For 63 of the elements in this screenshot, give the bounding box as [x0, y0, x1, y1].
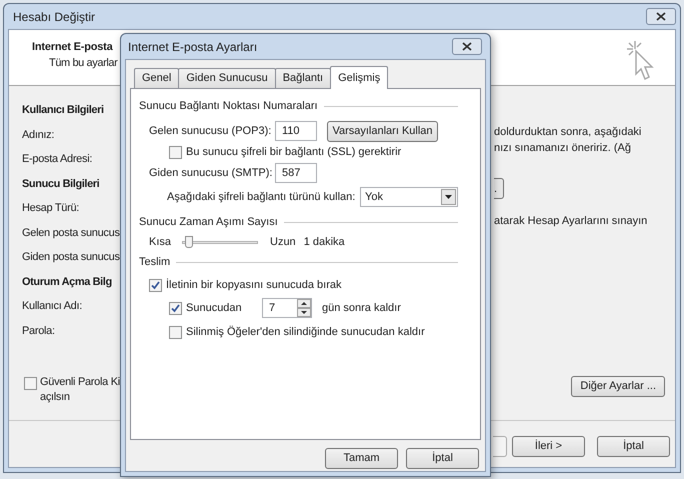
checkbox-label: Bu sunucu şifreli bir bağlantı (SSL) gerektirir — [186, 144, 402, 160]
group-heading: Teslim — [139, 254, 170, 270]
tab[interactable]: Gelişmiş — [330, 66, 388, 89]
check-icon — [151, 280, 160, 290]
checkbox-label: Silinmiş Öğeler'den silindiğinde sunucudan kaldır — [186, 324, 425, 340]
field-label: Parola: — [22, 324, 55, 338]
input-field[interactable]: 587 — [275, 163, 317, 183]
section-heading: Oturum Açma Bilg — [22, 274, 112, 290]
field-label: Adınız: — [22, 128, 54, 142]
checkbox[interactable] — [169, 302, 182, 314]
dialog-button[interactable]: İptal — [597, 436, 670, 457]
checkbox-label: Sunucudan — [186, 300, 243, 316]
field-label: Gelen posta sunucus — [22, 226, 120, 240]
checkbox[interactable] — [149, 278, 162, 292]
tab[interactable]: Giden Sunucusu — [178, 68, 276, 88]
spinner-arrows-icon — [297, 299, 311, 317]
timeout-value: 1 dakika — [304, 234, 345, 250]
field-label: Kullanıcı Adı: — [22, 299, 82, 314]
defaults-button[interactable]: Varsayılanları Kullan — [327, 120, 438, 142]
close-icon — [656, 12, 666, 21]
more-settings-button[interactable]: Diğer Ayarlar ... — [571, 376, 665, 396]
input-field[interactable]: 110 — [275, 121, 317, 141]
checkbox-label: İletinin bir kopyasını sunucuda bırak — [166, 278, 342, 293]
description-text: doldurduktan sonra, aşağıdaki — [494, 125, 642, 140]
section-heading: Sunucu Bilgileri — [22, 176, 100, 192]
days-spinner[interactable]: 7 — [262, 298, 312, 318]
slider-min-label: Kısa — [149, 234, 172, 250]
group-heading: Sunucu Bağlantı Noktası Numaraları — [139, 98, 318, 114]
slider-max-label: Uzun — [270, 234, 296, 250]
test-instruction: atarak Hesap Ayarlarını sınayın — [494, 214, 648, 229]
tab[interactable]: Genel — [134, 68, 180, 88]
close-button[interactable] — [452, 38, 482, 55]
tab[interactable]: Bağlantı — [274, 68, 332, 88]
field-label: Giden sunucusu (SMTP): — [149, 166, 274, 181]
dialog-button[interactable]: Tamam — [325, 448, 398, 469]
description-text: nızı sınamanızı öneririz. (Ağ — [494, 141, 631, 156]
dialog-button[interactable]: İleri > — [512, 436, 585, 457]
dialog-button[interactable]: İptal — [406, 448, 479, 469]
encryption-dropdown[interactable]: Yok — [360, 187, 458, 207]
section-heading: Kullanıcı Bilgileri — [22, 103, 104, 118]
field-label: Hesap Türü: — [22, 201, 80, 216]
checkbox-label: açılsın — [40, 390, 71, 405]
header-subtitle: Tüm bu ayarlar — [49, 56, 118, 71]
checkbox-label: Güvenli Parola Ki — [40, 375, 120, 390]
field-label: Gelen sunucusu (POP3): — [149, 124, 272, 139]
check-icon — [171, 304, 180, 312]
partial-button[interactable] — [493, 436, 507, 457]
field-label: gün sonra kaldır — [322, 300, 401, 316]
checkbox[interactable] — [169, 326, 182, 338]
close-button[interactable] — [646, 8, 676, 25]
dialog-title: Internet E-posta Ayarları — [127, 38, 258, 56]
close-icon — [462, 42, 472, 51]
group-heading: Sunucu Zaman Aşımı Sayısı — [139, 214, 278, 230]
cursor-icon — [625, 39, 655, 83]
checkbox[interactable] — [169, 146, 182, 158]
header-title: Internet E-posta — [32, 40, 113, 55]
checkbox[interactable] — [24, 377, 37, 390]
field-label: E-posta Adresi: — [22, 152, 92, 167]
field-label: Aşağıdaki şifreli bağlantı türünü kullan: — [167, 190, 356, 205]
slider-thumb[interactable] — [185, 236, 194, 248]
field-label: Giden posta sunucus — [22, 250, 120, 265]
window-title: Hesabı Değiştir — [12, 8, 96, 26]
partial-button[interactable]: . — [494, 178, 504, 199]
